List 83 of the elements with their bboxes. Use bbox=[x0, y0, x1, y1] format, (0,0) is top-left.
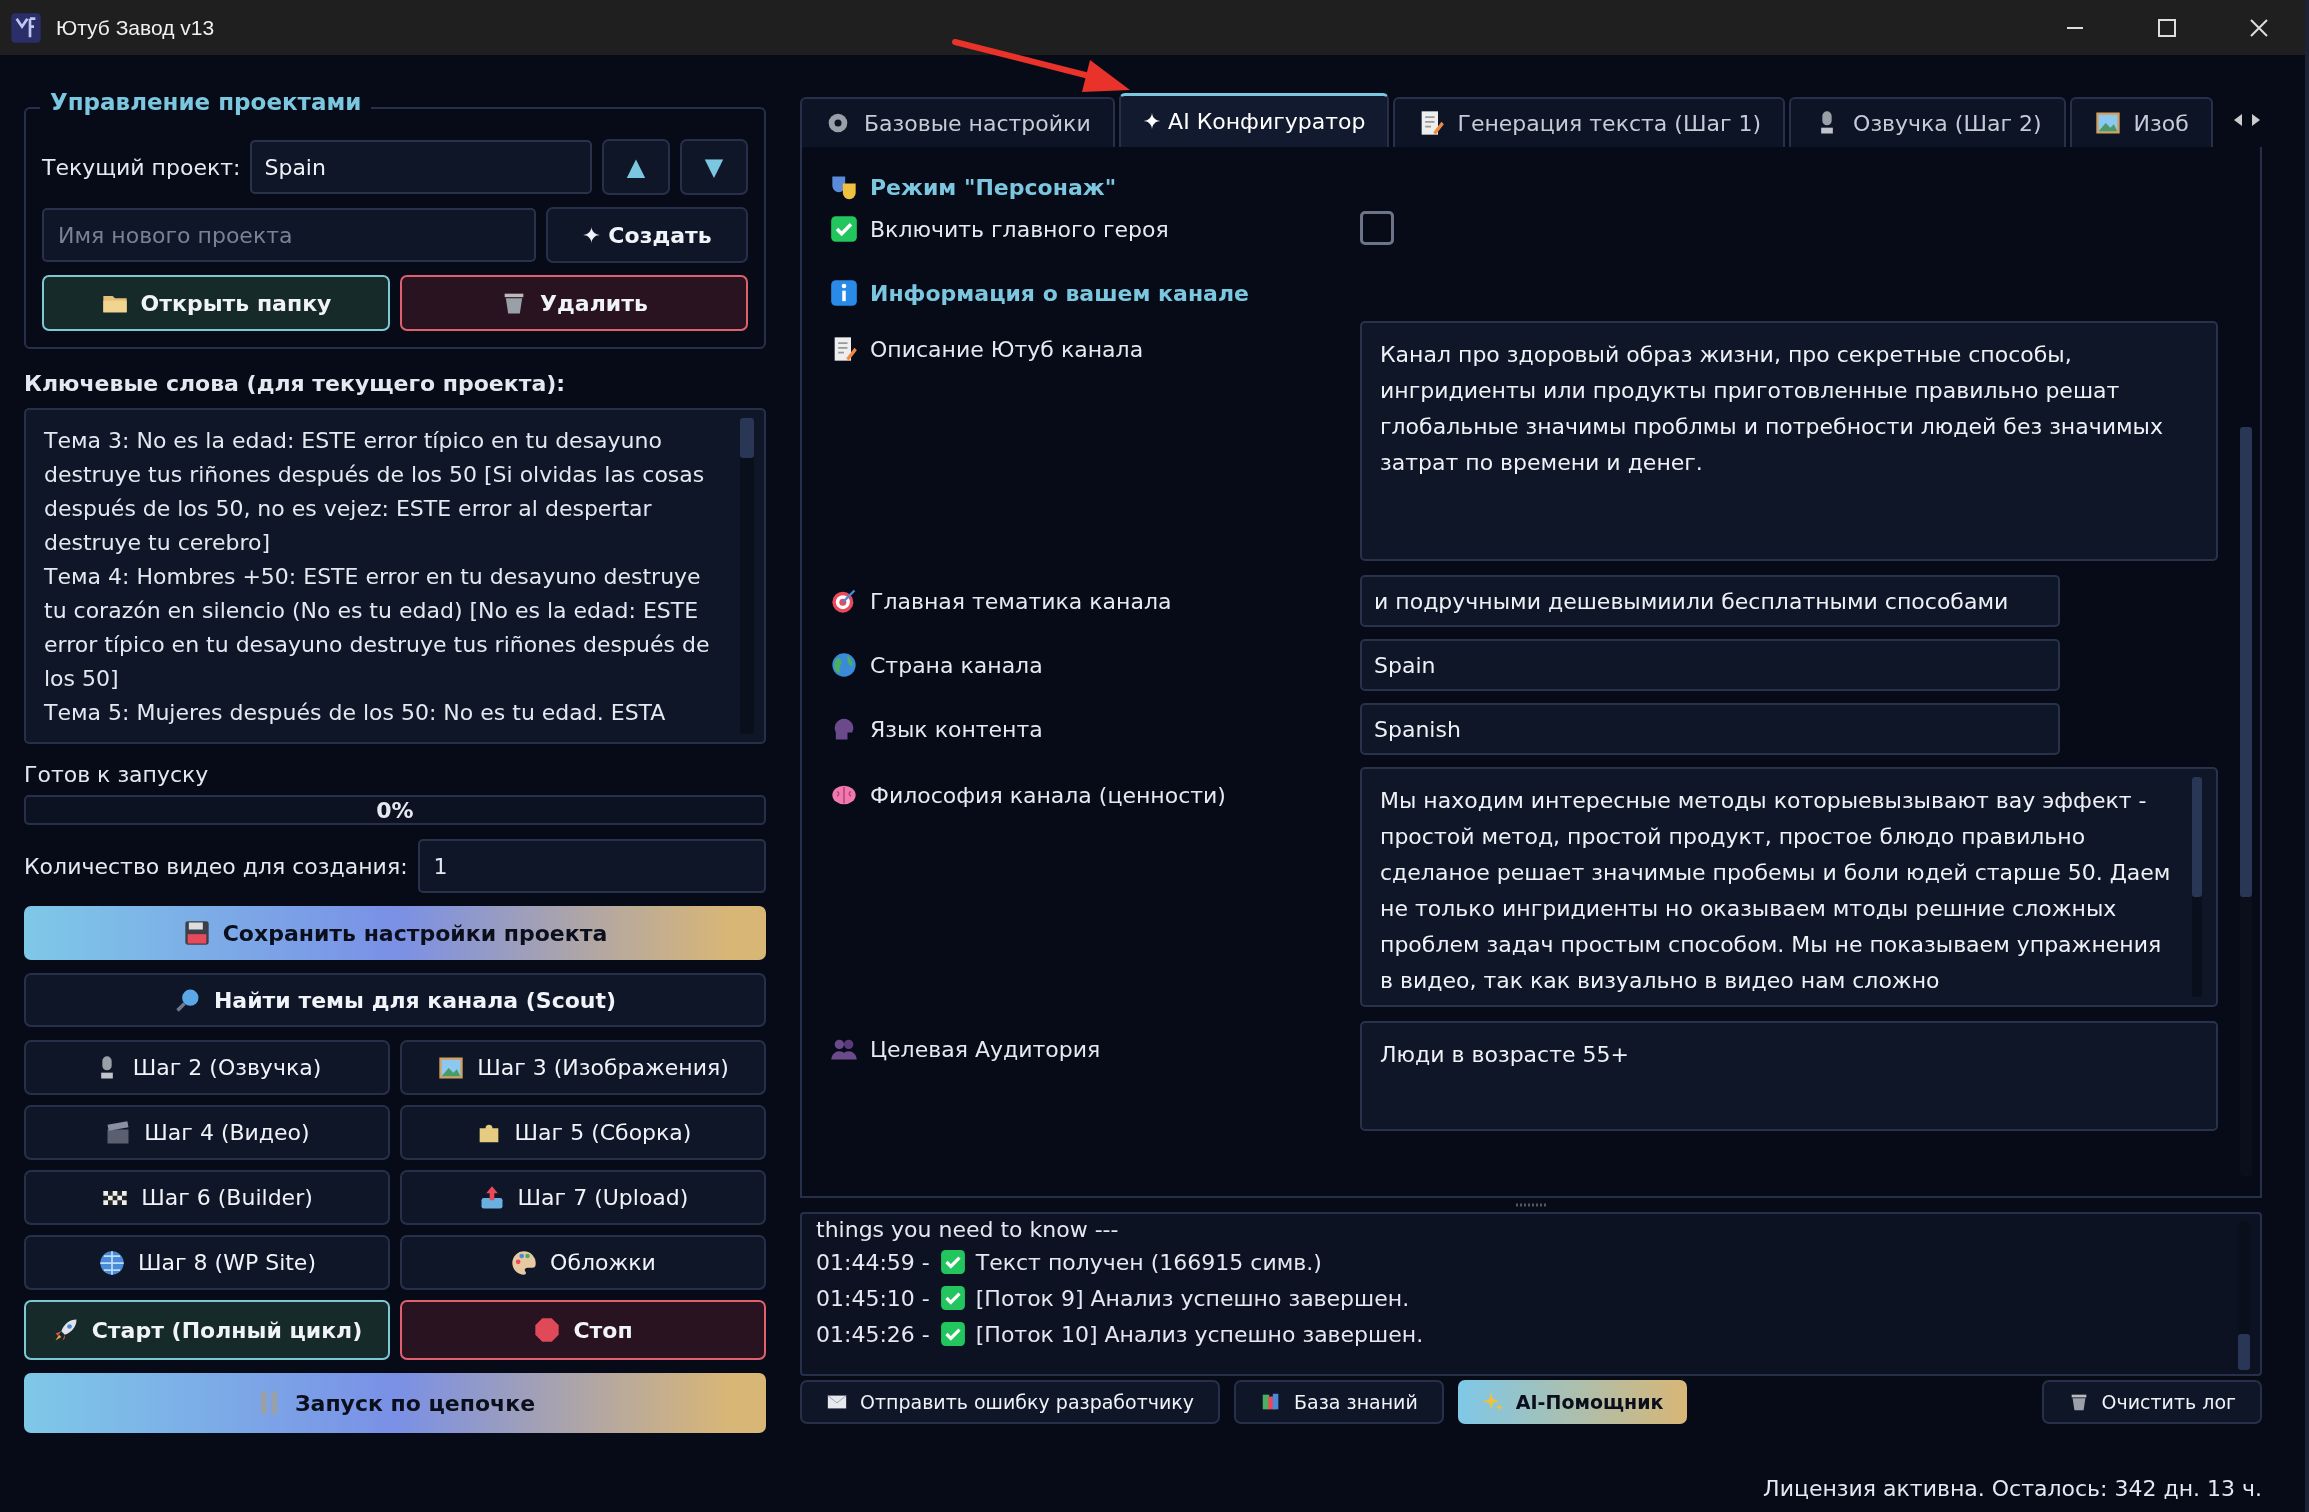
project-select[interactable]: Spain bbox=[250, 140, 592, 194]
info-icon bbox=[830, 279, 858, 307]
status-text: Готов к запуску bbox=[24, 762, 210, 787]
step-button[interactable]: Шаг 6 (Builder) bbox=[24, 1170, 390, 1225]
tab[interactable]: Базовые настройки bbox=[800, 97, 1115, 147]
scrollbar-thumb[interactable] bbox=[2238, 1334, 2250, 1370]
tab[interactable]: ✦ AI Конфигуратор bbox=[1118, 93, 1390, 147]
section-heading: Ключевые слова (для текущего проекта): bbox=[24, 371, 567, 396]
checkbox[interactable] bbox=[1360, 211, 1394, 245]
log-time: 01:45:26 - bbox=[816, 1321, 930, 1347]
earth-icon bbox=[830, 651, 858, 679]
checkmark-icon bbox=[939, 1249, 966, 1275]
field-label: Страна канала bbox=[870, 652, 1043, 678]
splitter-handle-icon[interactable] bbox=[1516, 1203, 1546, 1207]
stop-icon bbox=[533, 1316, 562, 1344]
scrollbar-thumb[interactable] bbox=[2192, 777, 2202, 897]
number-field[interactable]: 1 bbox=[417, 839, 766, 893]
field-label: Целевая Аудитория bbox=[870, 1036, 1101, 1062]
action-button[interactable]: Найти темы для канала (Scout) bbox=[24, 973, 766, 1027]
text-area[interactable]: Тема 3: No es la edad: ESTE error típico en tu desayuno destruye tus riñones después de los 50 [Si olvidas las cosas después de los 50, no es vejez: ESTE error al despertar destruye tu cerebro] Тема 4: Hombres +50: ESTE error en tu desayuno destruye tu corazón en silencio (No es tu edad) [No es la edad: ESTE error típico en tu desayuno destruye tus riñones después de los 50] Тема 5: Mujeres después de los 50: No es tu edad. ESTA bbox=[24, 408, 766, 744]
input-field[interactable]: Имя нового проекта bbox=[42, 208, 536, 262]
globe-icon bbox=[98, 1248, 126, 1277]
tab[interactable]: Генерация текста (Шаг 1) bbox=[1393, 97, 1786, 147]
move-up-button[interactable]: ▲ bbox=[602, 139, 670, 195]
create-button[interactable]: ✦ Создать bbox=[546, 207, 748, 263]
log-text: things you need to know --- bbox=[816, 1216, 1119, 1242]
section-title: Информация о вашем канале bbox=[870, 280, 1249, 306]
license-status: Лицензия активна. Осталось: 342 дн. 13 ч. bbox=[1763, 1476, 2262, 1501]
field-label: Главная тематика канала bbox=[870, 588, 1172, 614]
scrollbar-thumb[interactable] bbox=[740, 418, 754, 458]
input-field[interactable]: и подручными дешевымиили бесплатными способами bbox=[1360, 575, 2060, 627]
log-button[interactable]: AI-Помощник bbox=[1457, 1380, 1688, 1424]
close-icon[interactable] bbox=[2249, 17, 2269, 38]
action-button[interactable]: Сохранить настройки проекта bbox=[24, 906, 766, 960]
log-time: 01:45:10 - bbox=[816, 1285, 930, 1311]
delete-button[interactable]: Удалить bbox=[400, 275, 748, 331]
checkmark-icon bbox=[830, 215, 858, 243]
text-area[interactable]: Мы находим интересные методы которыевызывают вау эффект - простой метод, простой продукт, простое блюдо правильно сделаное решает значимые пробемы и боли юдей старше 50. Даем не только ингридиенты но оказываем мтоды решние сложных проблем задач простым способом. Мы не показываем упражнения в видео, так как визуально в видео нам сложно bbox=[1360, 767, 2218, 1007]
section-title: Режим "Персонаж" bbox=[870, 174, 1117, 200]
log-text: [Поток 9] Анализ успешно завершен. bbox=[975, 1285, 1410, 1311]
log-text: [Поток 10] Анализ успешно завершен. bbox=[975, 1321, 1424, 1347]
scroll-right-icon[interactable] bbox=[2250, 111, 2262, 128]
step-button[interactable]: Шаг 2 (Озвучка) bbox=[24, 1040, 390, 1095]
log-button[interactable]: База знаний bbox=[1234, 1380, 1444, 1424]
log-text: Текст получен (166915 симв.) bbox=[975, 1249, 1322, 1275]
app-icon bbox=[10, 11, 42, 44]
field-label: Количество видео для создания: bbox=[24, 853, 408, 879]
sparkles-icon bbox=[1481, 1391, 1504, 1413]
progress-bar: 0% bbox=[24, 795, 766, 825]
input-field[interactable]: Spanish bbox=[1360, 703, 2060, 755]
chain-button[interactable]: Запуск по цепочке bbox=[24, 1373, 766, 1433]
scroll-left-icon[interactable] bbox=[2232, 111, 2244, 128]
step-button[interactable]: Старт (Полный цикл) bbox=[24, 1300, 390, 1360]
field-label: Язык контента bbox=[870, 716, 1043, 742]
log-button[interactable]: Отправить ошибку разработчику bbox=[800, 1380, 1221, 1424]
step-button[interactable]: Шаг 8 (WP Site) bbox=[24, 1235, 390, 1290]
floppy-icon bbox=[182, 919, 211, 947]
step-button[interactable]: Стоп bbox=[400, 1300, 766, 1360]
move-down-button[interactable]: ▼ bbox=[680, 139, 748, 195]
step-button[interactable]: Шаг 7 (Upload) bbox=[400, 1170, 766, 1225]
step-button[interactable]: Шаг 4 (Видео) bbox=[24, 1105, 390, 1160]
tab[interactable]: Изоб bbox=[2069, 97, 2213, 147]
palette-icon bbox=[510, 1248, 539, 1277]
maximize-icon[interactable] bbox=[2157, 17, 2177, 38]
log-time: 01:44:59 - bbox=[816, 1249, 930, 1275]
checkmark-icon bbox=[939, 1285, 966, 1311]
open-folder-button[interactable]: Открыть папку bbox=[42, 275, 390, 331]
field-label: Философия канала (ценности) bbox=[870, 782, 1226, 808]
step-button[interactable]: Шаг 3 (Изображения) bbox=[400, 1040, 766, 1095]
field-label: Текущий проект: bbox=[42, 154, 241, 180]
tab[interactable]: Озвучка (Шаг 2) bbox=[1789, 97, 2066, 147]
step-button[interactable]: Обложки bbox=[400, 1235, 766, 1290]
log-button[interactable]: Очистить лог bbox=[2041, 1380, 2262, 1424]
window-title: Ютуб Завод v13 bbox=[56, 15, 215, 40]
step-button[interactable]: Шаг 5 (Сборка) bbox=[400, 1105, 766, 1160]
text-area[interactable]: Канал про здоровый образ жизни, про секретные способы, ингридиенты или продукты приготовленные правильно решат глобальные значимы проблмы и потребности людей без значимых затрат по времени и денег. bbox=[1360, 321, 2218, 561]
scrollbar-thumb[interactable] bbox=[2240, 427, 2252, 897]
text-area[interactable]: Люди в возрасте 55+ bbox=[1360, 1021, 2218, 1131]
field-label: Включить главного героя bbox=[870, 216, 1169, 242]
target-icon bbox=[830, 587, 858, 615]
field-label: Описание Ютуб канала bbox=[870, 336, 1144, 362]
checkmark-icon bbox=[939, 1321, 966, 1347]
input-field[interactable]: Spain bbox=[1360, 639, 2060, 691]
